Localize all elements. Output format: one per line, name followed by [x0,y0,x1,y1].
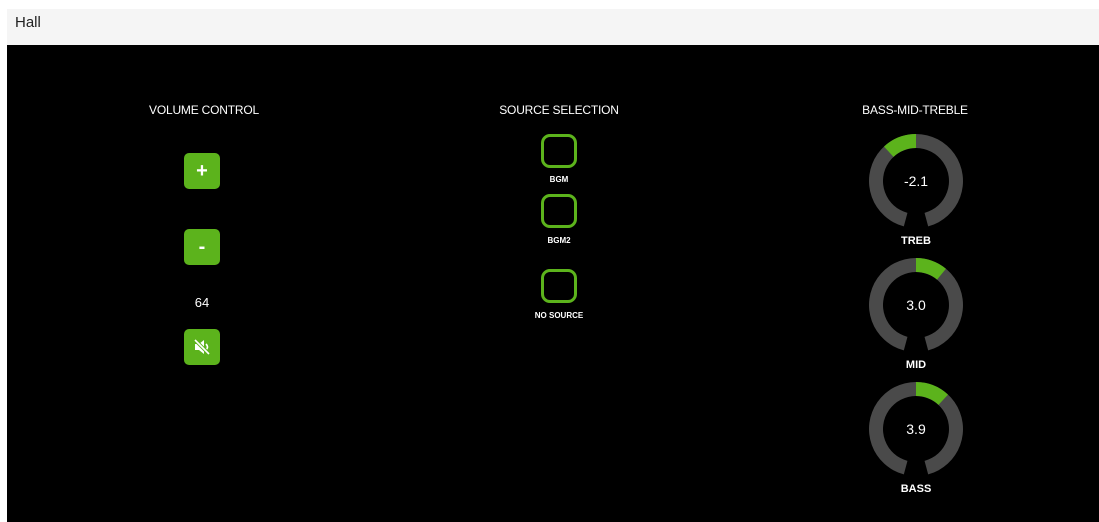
source-label-bgm2: BGM2 [547,236,571,245]
mute-speaker-icon [193,338,211,356]
mid-label: MID [905,359,927,371]
minus-icon: - [198,235,206,258]
source-selection-title: SOURCE SELECTION [499,103,619,117]
room-title: Hall [15,14,41,31]
volume-down-button[interactable]: - [184,229,220,265]
source-button-no-source[interactable] [541,269,577,303]
bass-label: BASS [900,483,932,495]
volume-up-button[interactable]: + [184,153,220,189]
treble-label: TREB [901,235,931,247]
mute-button[interactable] [184,329,220,365]
treble-value: -2.1 [903,173,929,189]
bass-knob[interactable]: 3.9 [866,379,966,479]
volume-level: 64 [194,295,210,310]
source-button-bgm[interactable] [541,134,577,168]
treble-knob[interactable]: -2.1 [866,131,966,231]
source-label-no-source: NO SOURCE [534,311,584,320]
page: Hall VOLUME CONTROL + - 64 SOURCE SELECT… [0,0,1099,522]
source-button-bgm2[interactable] [541,194,577,228]
plus-icon: + [196,159,208,182]
source-label-bgm: BGM [549,175,569,184]
mid-knob[interactable]: 3.0 [866,255,966,355]
bass-mid-treble-title: BASS-MID-TREBLE [862,103,968,117]
mid-value: 3.0 [906,297,926,313]
volume-control-title: VOLUME CONTROL [149,103,259,117]
bass-value: 3.9 [906,421,926,437]
control-panel: VOLUME CONTROL + - 64 SOURCE SELECTION B… [7,45,1099,522]
title-bar: Hall [7,9,1099,45]
